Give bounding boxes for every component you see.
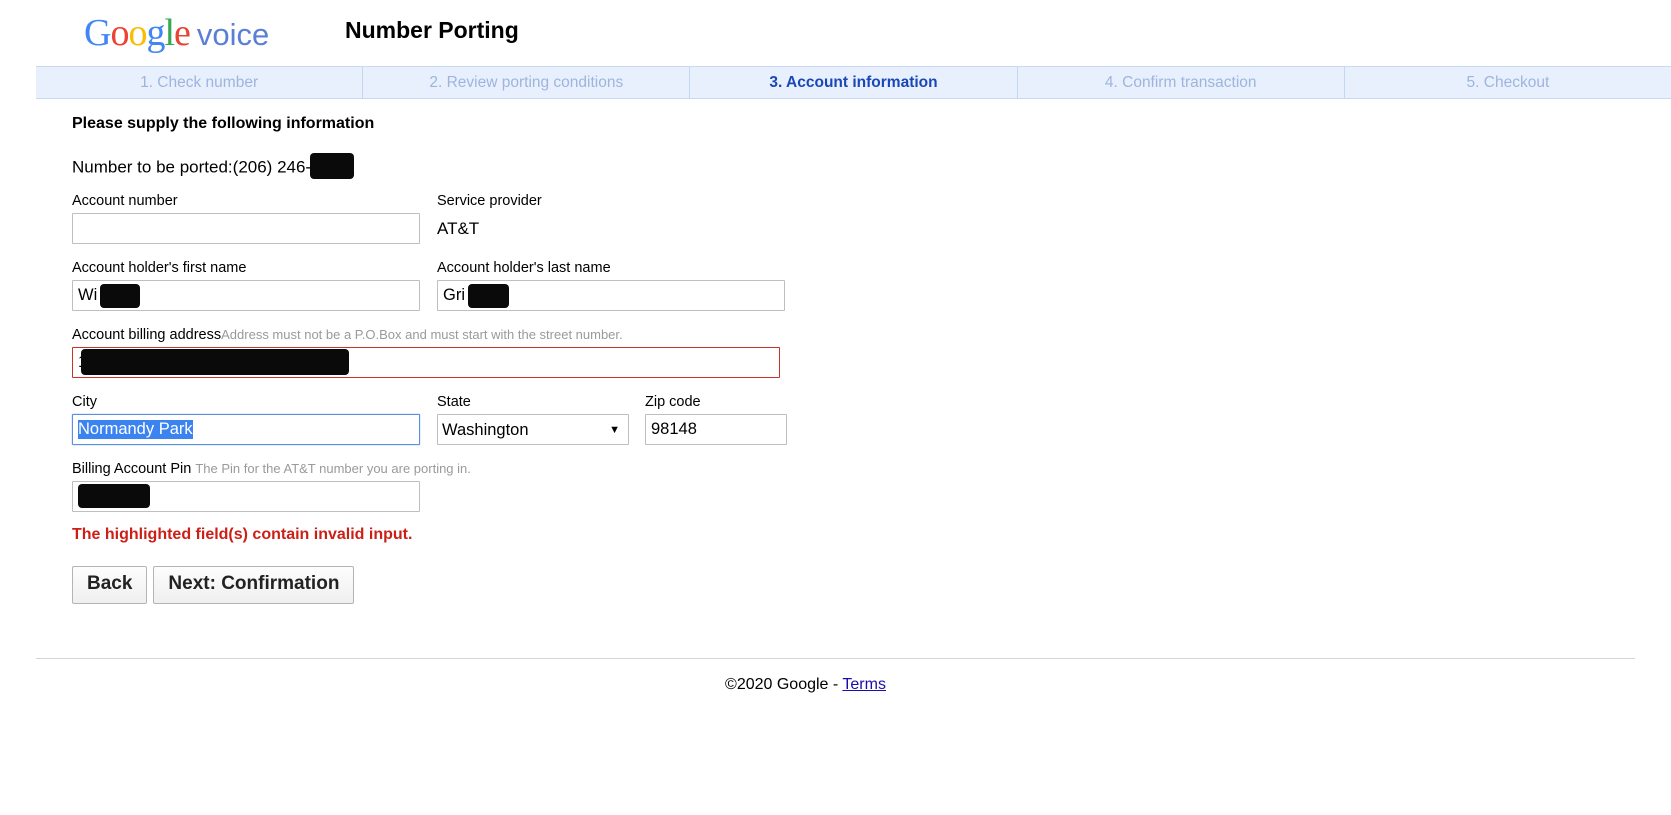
first-name-input[interactable]: Wi [72, 280, 420, 311]
billing-address-label: Account billing address [72, 327, 222, 343]
service-provider-value: AT&T [437, 219, 480, 238]
number-to-be-ported: Number to be ported:(206) 246- [72, 153, 355, 179]
logo-letter-g: G [84, 12, 111, 54]
google-voice-logo[interactable]: Google voice [84, 14, 269, 52]
footer-divider [36, 658, 1635, 659]
field-billing-address: Account billing addressAddress must not … [72, 325, 780, 378]
city-label: City [72, 394, 97, 410]
form-heading: Please supply the following information [72, 115, 375, 132]
field-account-number: Account number [72, 191, 420, 244]
row-account-number: Account number Service provider AT&T [72, 191, 1671, 244]
last-name-input[interactable]: Gri [437, 280, 785, 311]
number-to-be-ported-value: (206) 246- [232, 157, 312, 177]
row-account-holder-names: Account holder's first name Wi Account h… [72, 258, 1671, 311]
row-billing-pin: Billing Account Pin The Pin for the AT&T… [72, 459, 1671, 512]
city-input[interactable]: Normandy Park [72, 414, 420, 445]
page-footer: ©2020 Google - Terms [0, 676, 1611, 694]
form-buttons: Back Next: Confirmation [72, 566, 1671, 604]
city-value: Normandy Park [78, 420, 193, 439]
logo-letter-g2: g [146, 12, 165, 54]
back-button[interactable]: Back [72, 566, 148, 604]
billing-address-hint: Address must not be a P.O.Box and must s… [221, 327, 623, 342]
step-tab-review-porting-conditions[interactable]: 2. Review porting conditions [363, 67, 691, 98]
redaction-block-billing-pin [78, 484, 150, 508]
row-city-state-zip: City Normandy Park State Washington ▼ Zi… [72, 392, 1671, 445]
billing-pin-hint: The Pin for the AT&T number you are port… [195, 461, 471, 476]
billing-pin-input[interactable] [72, 481, 420, 512]
last-name-label: Account holder's last name [437, 260, 611, 276]
next-confirmation-button[interactable]: Next: Confirmation [153, 566, 355, 604]
field-zip: Zip code [645, 392, 787, 445]
form-content: Please supply the following information … [0, 99, 1671, 604]
state-select[interactable]: Washington [437, 414, 629, 445]
page-header: Google voice Number Porting [0, 0, 1671, 66]
billing-address-input[interactable]: 1 [72, 347, 780, 378]
field-city: City Normandy Park [72, 392, 420, 445]
spacer-city-state [420, 392, 437, 445]
billing-pin-label-group: Billing Account Pin The Pin for the AT&T… [72, 459, 471, 479]
form-error-message: The highlighted field(s) contain invalid… [72, 526, 413, 543]
spacer-names [420, 258, 437, 311]
logo-letter-l: l [164, 12, 175, 54]
zip-input[interactable] [645, 414, 787, 445]
field-state: State Washington ▼ [437, 392, 629, 445]
page-title: Number Porting [345, 17, 519, 43]
spacer-state-zip [629, 392, 645, 445]
service-provider-label: Service provider [437, 193, 542, 209]
redaction-block-first-name [100, 284, 140, 308]
field-last-name: Account holder's last name Gri [437, 258, 785, 311]
zip-label: Zip code [645, 394, 701, 410]
state-select-wrapper: Washington ▼ [437, 414, 629, 445]
step-tab-account-information[interactable]: 3. Account information [690, 67, 1018, 98]
logo-product-word: voice [196, 17, 270, 52]
billing-address-label-group: Account billing addressAddress must not … [72, 325, 780, 345]
field-service-provider: Service provider AT&T [437, 191, 542, 244]
logo-letter-e: e [174, 12, 191, 54]
steps-bar-wrapper: 1. Check number 2. Review porting condit… [0, 66, 1671, 99]
logo-letter-o2: o [128, 12, 147, 54]
field-first-name: Account holder's first name Wi [72, 258, 420, 311]
logo-letter-o1: o [110, 12, 129, 54]
account-number-input[interactable] [72, 213, 420, 244]
redaction-block-billing-address [81, 349, 349, 375]
account-number-label: Account number [72, 193, 178, 209]
redaction-block-last-name [468, 284, 509, 308]
redaction-block-phone [310, 153, 355, 179]
first-name-label: Account holder's first name [72, 260, 247, 276]
step-tab-confirm-transaction[interactable]: 4. Confirm transaction [1018, 67, 1345, 98]
field-billing-pin: Billing Account Pin The Pin for the AT&T… [72, 459, 471, 512]
steps-nav: 1. Check number 2. Review porting condit… [36, 66, 1671, 99]
terms-link[interactable]: Terms [842, 676, 886, 693]
state-label: State [437, 394, 471, 410]
row-billing-address: Account billing addressAddress must not … [72, 325, 1671, 378]
first-name-value: Wi [78, 286, 98, 304]
steps-left-spacer [0, 66, 36, 99]
last-name-value: Gri [443, 286, 465, 304]
number-to-be-ported-label: Number to be ported: [72, 157, 233, 177]
step-tab-checkout[interactable]: 5. Checkout [1345, 67, 1671, 98]
billing-pin-label: Billing Account Pin [72, 461, 192, 477]
copyright-text: ©2020 Google - [725, 676, 843, 693]
step-tab-check-number[interactable]: 1. Check number [36, 67, 364, 98]
